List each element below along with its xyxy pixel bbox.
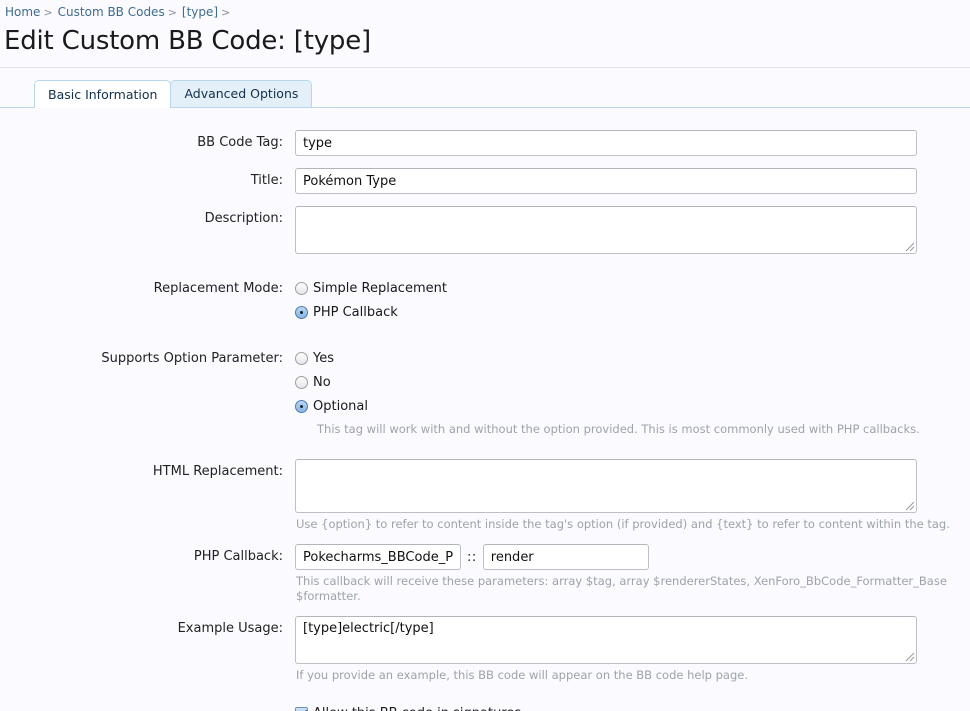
html-replacement-textarea[interactable]	[295, 459, 917, 513]
php-callback-separator: ::	[467, 550, 477, 565]
radio-label-yes: Yes	[313, 351, 334, 366]
php-callback-hint: This callback will receive these paramet…	[295, 570, 970, 604]
title-label: Title:	[0, 168, 295, 194]
php-callback-label: PHP Callback:	[0, 544, 295, 570]
checkbox-icon-allow-in-signatures[interactable]	[295, 707, 308, 711]
radio-icon-no[interactable]	[295, 376, 308, 389]
field-row-supports-option-parameter: Supports Option Parameter: Yes No Option…	[0, 346, 970, 437]
description-label: Description:	[0, 206, 295, 232]
tab-advanced-options[interactable]: Advanced Options	[170, 80, 312, 107]
breadcrumb-separator: >	[168, 6, 177, 19]
radio-label-simple-replacement: Simple Replacement	[313, 281, 447, 296]
supports-option-parameter-label: Supports Option Parameter:	[0, 346, 295, 372]
field-row-bb-code-tag: BB Code Tag:	[0, 130, 970, 156]
radio-option-php-callback[interactable]: PHP Callback	[295, 300, 970, 324]
breadcrumb-separator: >	[221, 6, 230, 19]
checkbox-option-allow-in-signatures[interactable]: Allow this BB code in signatures	[295, 701, 970, 711]
page-title: Edit Custom BB Code: [type]	[4, 25, 970, 57]
checkbox-label-allow-in-signatures: Allow this BB code in signatures	[313, 706, 521, 711]
title-input[interactable]	[295, 168, 917, 194]
php-callback-method-input[interactable]	[483, 544, 649, 570]
field-row-title: Title:	[0, 168, 970, 194]
breadcrumb-item-type[interactable]: [type]	[182, 5, 218, 19]
allow-in-signatures-spacer	[0, 701, 295, 711]
field-row-replacement-mode: Replacement Mode: Simple Replacement PHP…	[0, 276, 970, 324]
tab-basic-information[interactable]: Basic Information	[34, 80, 171, 108]
radio-option-no[interactable]: No	[295, 370, 970, 394]
tab-strip: Basic InformationAdvanced Options	[0, 80, 970, 108]
description-textarea[interactable]	[295, 206, 917, 254]
bb-code-form: BB Code Tag: Title: Description:	[0, 108, 970, 711]
html-replacement-label: HTML Replacement:	[0, 459, 295, 485]
bb-code-tag-input[interactable]	[295, 130, 917, 156]
radio-icon-optional[interactable]	[295, 400, 308, 413]
title-divider	[0, 67, 970, 68]
radio-icon-yes[interactable]	[295, 352, 308, 365]
field-row-allow-in-signatures: Allow this BB code in signatures	[0, 701, 970, 711]
breadcrumb-item-custom-bb-codes[interactable]: Custom BB Codes	[58, 5, 165, 19]
radio-option-yes[interactable]: Yes	[295, 346, 970, 370]
radio-option-optional[interactable]: Optional	[295, 394, 970, 418]
field-row-html-replacement: HTML Replacement: Use {option} to refer …	[0, 459, 970, 532]
field-row-description: Description:	[0, 206, 970, 254]
breadcrumb: Home>Custom BB Codes>[type]>	[0, 0, 970, 21]
radio-icon-simple-replacement[interactable]	[295, 282, 308, 295]
example-usage-hint: If you provide an example, this BB code …	[295, 664, 970, 683]
example-usage-label: Example Usage:	[0, 616, 295, 642]
radio-label-optional: Optional	[313, 399, 368, 414]
supports-option-parameter-hint: This tag will work with and without the …	[295, 418, 970, 437]
radio-label-php-callback: PHP Callback	[313, 305, 398, 320]
bb-code-tag-label: BB Code Tag:	[0, 130, 295, 156]
example-usage-textarea[interactable]: [type]electric[/type]	[295, 616, 917, 664]
replacement-mode-label: Replacement Mode:	[0, 276, 295, 302]
radio-label-no: No	[313, 375, 331, 390]
breadcrumb-item-home[interactable]: Home	[5, 5, 40, 19]
field-row-example-usage: Example Usage: [type]electric[/type] If …	[0, 616, 970, 683]
radio-icon-php-callback[interactable]	[295, 306, 308, 319]
field-row-php-callback: PHP Callback: :: This callback will rece…	[0, 544, 970, 604]
html-replacement-hint: Use {option} to refer to content inside …	[295, 513, 970, 532]
radio-option-simple-replacement[interactable]: Simple Replacement	[295, 276, 970, 300]
breadcrumb-separator: >	[43, 6, 52, 19]
php-callback-class-input[interactable]	[295, 544, 461, 570]
